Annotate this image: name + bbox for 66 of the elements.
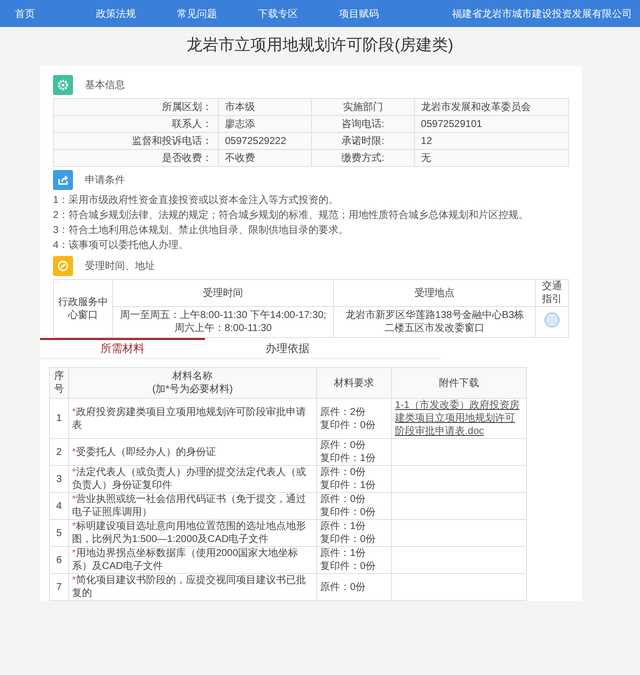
tab[interactable]: 办理依据 [205, 338, 370, 358]
section-heading: 受理时间、地址 [85, 260, 155, 273]
column-header: 序号 [50, 368, 68, 398]
nav-link[interactable]: 下载专区 [258, 6, 339, 20]
table-cell: 廖志添 [218, 116, 312, 132]
table-cell: 7 [50, 574, 68, 600]
table-cell: 监督和投诉电话： [54, 132, 218, 150]
table-cell: 2 [50, 438, 68, 466]
table-cell: 实施部门 [311, 98, 414, 116]
table-cell: 原件：1份 复印件：0份 [316, 546, 392, 574]
table-cell: 原件：2份 复印件：0份 [316, 398, 392, 438]
table-cell: 行政服务中心窗口 [54, 280, 112, 338]
table-cell: 联系人： [54, 116, 218, 132]
condition-text: 4：该事项可以委托他人办理。 [53, 238, 190, 253]
table-cell: 6 [50, 546, 68, 574]
section-heading: 申请条件 [85, 174, 125, 187]
table-cell: *法定代表人（或负责人）办理的提交法定代表人（或负责人）身份证复印件 [68, 466, 316, 492]
table-cell: 4 [50, 492, 68, 520]
section-heading: 基本信息 [85, 78, 125, 92]
nav-link[interactable]: 首页 [15, 6, 96, 20]
column-header: 材料名称 (加*号为必要材料) [68, 368, 316, 398]
table-cell: *用地边界拐点坐标数据库（使用2000国家大地坐标系）及CAD电子文件 [68, 546, 316, 574]
page-title: 龙岩市立项用地规划许可阶段(房建类) [186, 36, 454, 56]
table-cell: 5 [50, 520, 68, 546]
table-cell: 咨询电话: [311, 116, 414, 132]
edit-icon [53, 256, 73, 276]
table-cell: 原件：1份 复印件：0份 [316, 520, 392, 546]
nav-link[interactable]: 常见问题 [177, 6, 258, 20]
tab[interactable]: 所需材料 [40, 338, 205, 358]
organization-name: 福建省龙岩市城市建设投资发展有限公司 [452, 8, 632, 20]
table-cell: 承诺时限: [311, 132, 414, 150]
table-cell: 周一至周五：上午8:00-11:30 下午14:00-17:30;周六上午：8:00-11:30 [112, 306, 334, 338]
condition-text: 1：采用市级政府性资金直接投资或以资本金注入等方式投资的。 [53, 194, 340, 208]
table-cell: 缴费方式: [311, 150, 414, 166]
column-header: 材料要求 [316, 368, 392, 398]
table-cell: 龙岩市发展和改革委员会 [414, 98, 568, 116]
table-cell: 龙岩市新罗区华莲路138号金融中心B3栋二楼五区市发改委窗口 [334, 306, 536, 338]
table-cell: 无 [414, 150, 568, 166]
column-header: 交通指引 [536, 280, 568, 306]
table-cell: 原件：0份 复印件：1份 [316, 438, 392, 466]
table-cell: 12 [414, 132, 568, 150]
table-cell: *简化项目建议书阶段的，应提交视同项目建议书已批复的 [68, 574, 316, 600]
table-cell: 原件：0份 [316, 574, 392, 600]
column-header: 附件下载 [392, 368, 526, 398]
table-cell: *营业执照或统一社会信用代码证书（免于提交，通过电子证照库调用） [68, 492, 316, 520]
table-cell: *受委托人（即经办人）的身份证 [68, 438, 316, 466]
table-cell: 原件：0份 复印件：0份 [316, 492, 392, 520]
table-cell: *标明建设项目选址意向用地位置范围的选址地点地形图，比例尺为1:500—1:2000及CAD电子文件 [68, 520, 316, 546]
table-cell: 是否收费： [54, 150, 218, 166]
nav-link[interactable]: 政策法规 [96, 6, 177, 20]
table-cell: *政府投资房建类项目立项用地规划许可阶段审批申请表 [68, 398, 316, 438]
condition-text: 2：符合城乡规划法律、法规的规定；符合城乡规划的标准、规范；用地性质符合城乡总体规划和片区控规。 [53, 208, 530, 223]
table-cell: 原件：0份 复印件：1份 [316, 466, 392, 492]
column-header: 受理时间 [112, 280, 334, 306]
nav-link[interactable]: 项目赋码 [339, 6, 420, 20]
column-header: 受理地点 [334, 280, 536, 306]
table-cell: 05972529101 [414, 116, 568, 132]
table-cell: 不收费 [218, 150, 312, 166]
table-cell: 所属区划： [54, 98, 218, 116]
condition-text: 3：符合土地利用总体规划、禁止供地目录、限制供地目录的要求。 [53, 224, 350, 238]
table-cell: 市本级 [218, 98, 312, 116]
share-icon [53, 170, 73, 190]
table-cell: 1 [50, 398, 68, 438]
table-cell: 3 [50, 466, 68, 492]
gear-icon [53, 75, 73, 95]
table-cell: 05972529222 [218, 132, 312, 150]
